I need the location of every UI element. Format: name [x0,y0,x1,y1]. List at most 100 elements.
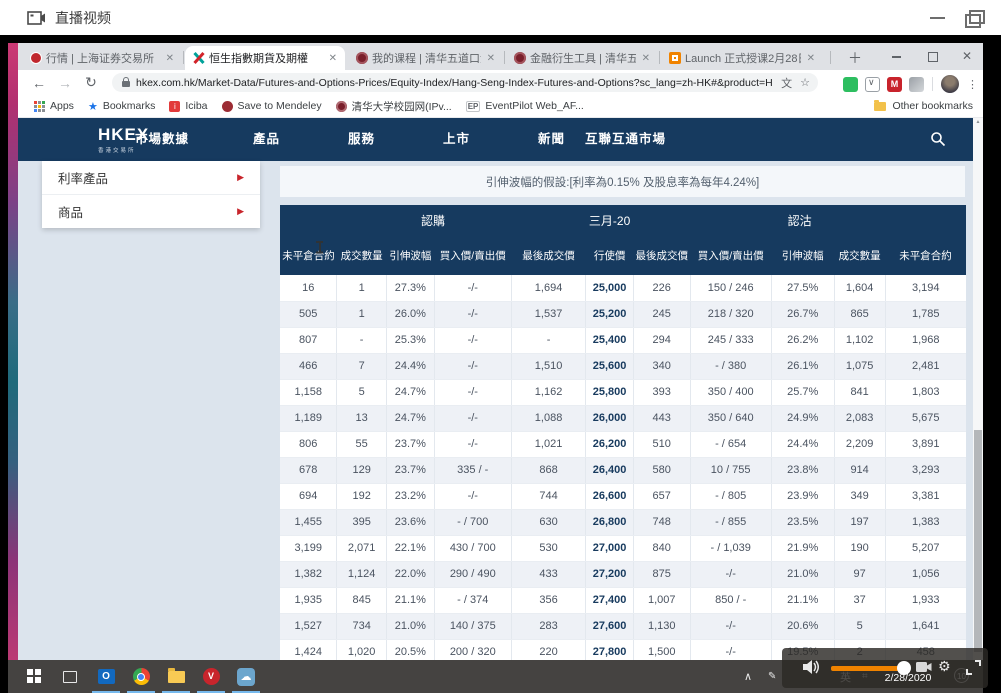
strike-price-cell: 26,200 [586,431,633,457]
bookmark-apps[interactable]: Apps [34,100,74,112]
data-cell: 21.9% [771,535,834,561]
taskbar-cloud-app[interactable]: ☁ [234,666,258,687]
browser-menu-icon[interactable]: ⋮ [967,78,978,91]
tsinghua-crest-icon [336,101,347,112]
reload-button[interactable]: ↻ [78,74,104,91]
start-button[interactable] [22,666,46,687]
data-cell: 190 [834,535,885,561]
tray-expand-button[interactable]: ∧ [744,660,752,693]
tab-separator [830,51,831,64]
evernote-extension-icon[interactable] [843,77,858,92]
data-cell: 335 / - [434,457,511,483]
data-cell: 1,537 [511,301,586,327]
data-cell: 505 [280,301,337,327]
task-view-button[interactable] [58,666,82,687]
data-cell: 10 / 755 [690,457,771,483]
viewer-minimize-button[interactable] [927,9,949,27]
scrollbar-thumb[interactable] [974,430,982,652]
taskbar-file-explorer[interactable] [164,666,188,687]
data-cell: -/- [434,327,511,353]
nav-connect-markets[interactable]: 互聯互通市場 [585,118,666,161]
browser-tab-derivatives[interactable]: 金融衍生工具 | 清华五道口金 ✕ [506,46,658,70]
strike-price-cell: 25,200 [586,301,633,327]
browser-tab-sse[interactable]: 行情 | 上海证券交易所 ✕ [22,46,182,70]
pocket-extension-icon[interactable] [865,77,880,92]
extension-icon[interactable] [909,77,924,92]
table-row: 16127.3%-/-1,69425,000226150 / 24627.5%1… [280,275,966,301]
data-cell: -/- [690,639,771,660]
bookmark-bookmarks[interactable]: ★ Bookmarks [88,100,155,113]
data-cell: 24.7% [386,379,434,405]
data-cell: 3,381 [885,483,966,509]
pen-tray-icon[interactable]: ✎ [768,660,776,693]
bookmark-iciba[interactable]: i Iciba [169,100,207,112]
strike-price-cell: 26,000 [586,405,633,431]
system-clock-date[interactable]: 2/28/2020 [866,672,950,684]
address-bar[interactable]: hkex.com.hk/Market-Data/Futures-and-Opti… [112,73,818,92]
nav-services[interactable]: 服務 [348,118,375,161]
scrollbar-up-arrow-icon[interactable]: ▲ [973,119,983,125]
tab-close-icon[interactable]: ✕ [805,53,817,64]
data-cell: 24.4% [771,431,834,457]
mendeley-extension-icon[interactable]: M [887,77,902,92]
bookmark-eventpilot[interactable]: EP EventPilot Web_AF... [466,100,584,112]
data-cell: 26.2% [771,327,834,353]
table-row: 69419223.2%-/-74426,600657- / 80523.9%34… [280,483,966,509]
browser-minimize-button[interactable] [882,43,912,70]
bookmark-tsinghua-network[interactable]: 清华大学校园网(IPv... [336,99,452,114]
tab-close-icon[interactable]: ✕ [327,53,339,64]
data-cell: 1,694 [511,275,586,301]
forward-button[interactable]: → [52,75,78,91]
bookmark-mendeley[interactable]: Save to Mendeley [222,100,322,112]
nav-news[interactable]: 新聞 [538,118,565,161]
column-header-cell: 引伸波幅 [386,235,434,275]
volume-slider[interactable] [831,666,901,671]
tab-close-icon[interactable]: ✕ [164,53,176,64]
menu-item-interest-rate-products[interactable]: 利率產品 ▶ [42,161,260,194]
new-tab-button[interactable]: ＋ [848,48,862,68]
data-cell: 5 [337,379,386,405]
bookmark-star-icon[interactable]: ☆ [800,76,810,89]
tab-close-icon[interactable]: ✕ [640,53,652,64]
url-text[interactable]: hkex.com.hk/Market-Data/Futures-and-Opti… [136,77,773,89]
data-cell: 1,189 [280,405,337,431]
page-scrollbar[interactable]: ▲ [973,118,983,660]
data-cell: 807 [280,327,337,353]
back-button[interactable]: ← [26,75,52,91]
https-lock-icon[interactable] [122,81,130,87]
nav-products[interactable]: 產品 [253,118,280,161]
data-cell: 200 / 320 [434,639,511,660]
other-bookmarks-button[interactable]: Other bookmarks [874,100,973,112]
taskbar-outlook[interactable]: O [94,666,118,687]
volume-icon[interactable] [802,658,822,676]
profile-avatar[interactable] [941,75,959,93]
search-icon[interactable] [930,131,946,147]
browser-tab-hkex-active[interactable]: 恒生指數期貨及期權 ✕ [185,46,345,70]
data-cell: -/- [434,301,511,327]
table-row: 67812923.7%335 / -86826,40058010 / 75523… [280,457,966,483]
taskbar-chrome[interactable] [129,666,153,687]
nav-market-data[interactable]: 市場數據 [135,118,189,161]
data-cell: 466 [280,353,337,379]
tab-title: 金融衍生工具 | 清华五道口金 [530,50,636,66]
data-cell: 16 [280,275,337,301]
taskbar-expressvpn[interactable]: V [199,666,223,687]
tab-close-icon[interactable]: ✕ [485,53,497,64]
data-cell: 245 [633,301,690,327]
browser-maximize-button[interactable] [918,43,948,70]
browser-close-button[interactable]: ✕ [952,43,982,70]
data-cell: 868 [511,457,586,483]
menu-item-commodities[interactable]: 商品 ▶ [42,194,260,227]
data-cell: 294 [633,327,690,353]
data-cell: 5 [834,613,885,639]
nav-listing[interactable]: 上市 [443,118,470,161]
viewer-restore-button[interactable] [963,9,985,27]
translate-icon[interactable]: 文 [781,75,792,91]
data-cell: 1,162 [511,379,586,405]
data-cell: -/- [434,379,511,405]
fullscreen-icon[interactable] [966,660,981,675]
browser-tab-courses[interactable]: 我的课程 | 清华五道口金融学 ✕ [348,46,503,70]
data-cell: 197 [834,509,885,535]
browser-tab-launch[interactable]: Launch 正式授课2月28日 ✕ [661,46,823,70]
data-cell: 433 [511,561,586,587]
